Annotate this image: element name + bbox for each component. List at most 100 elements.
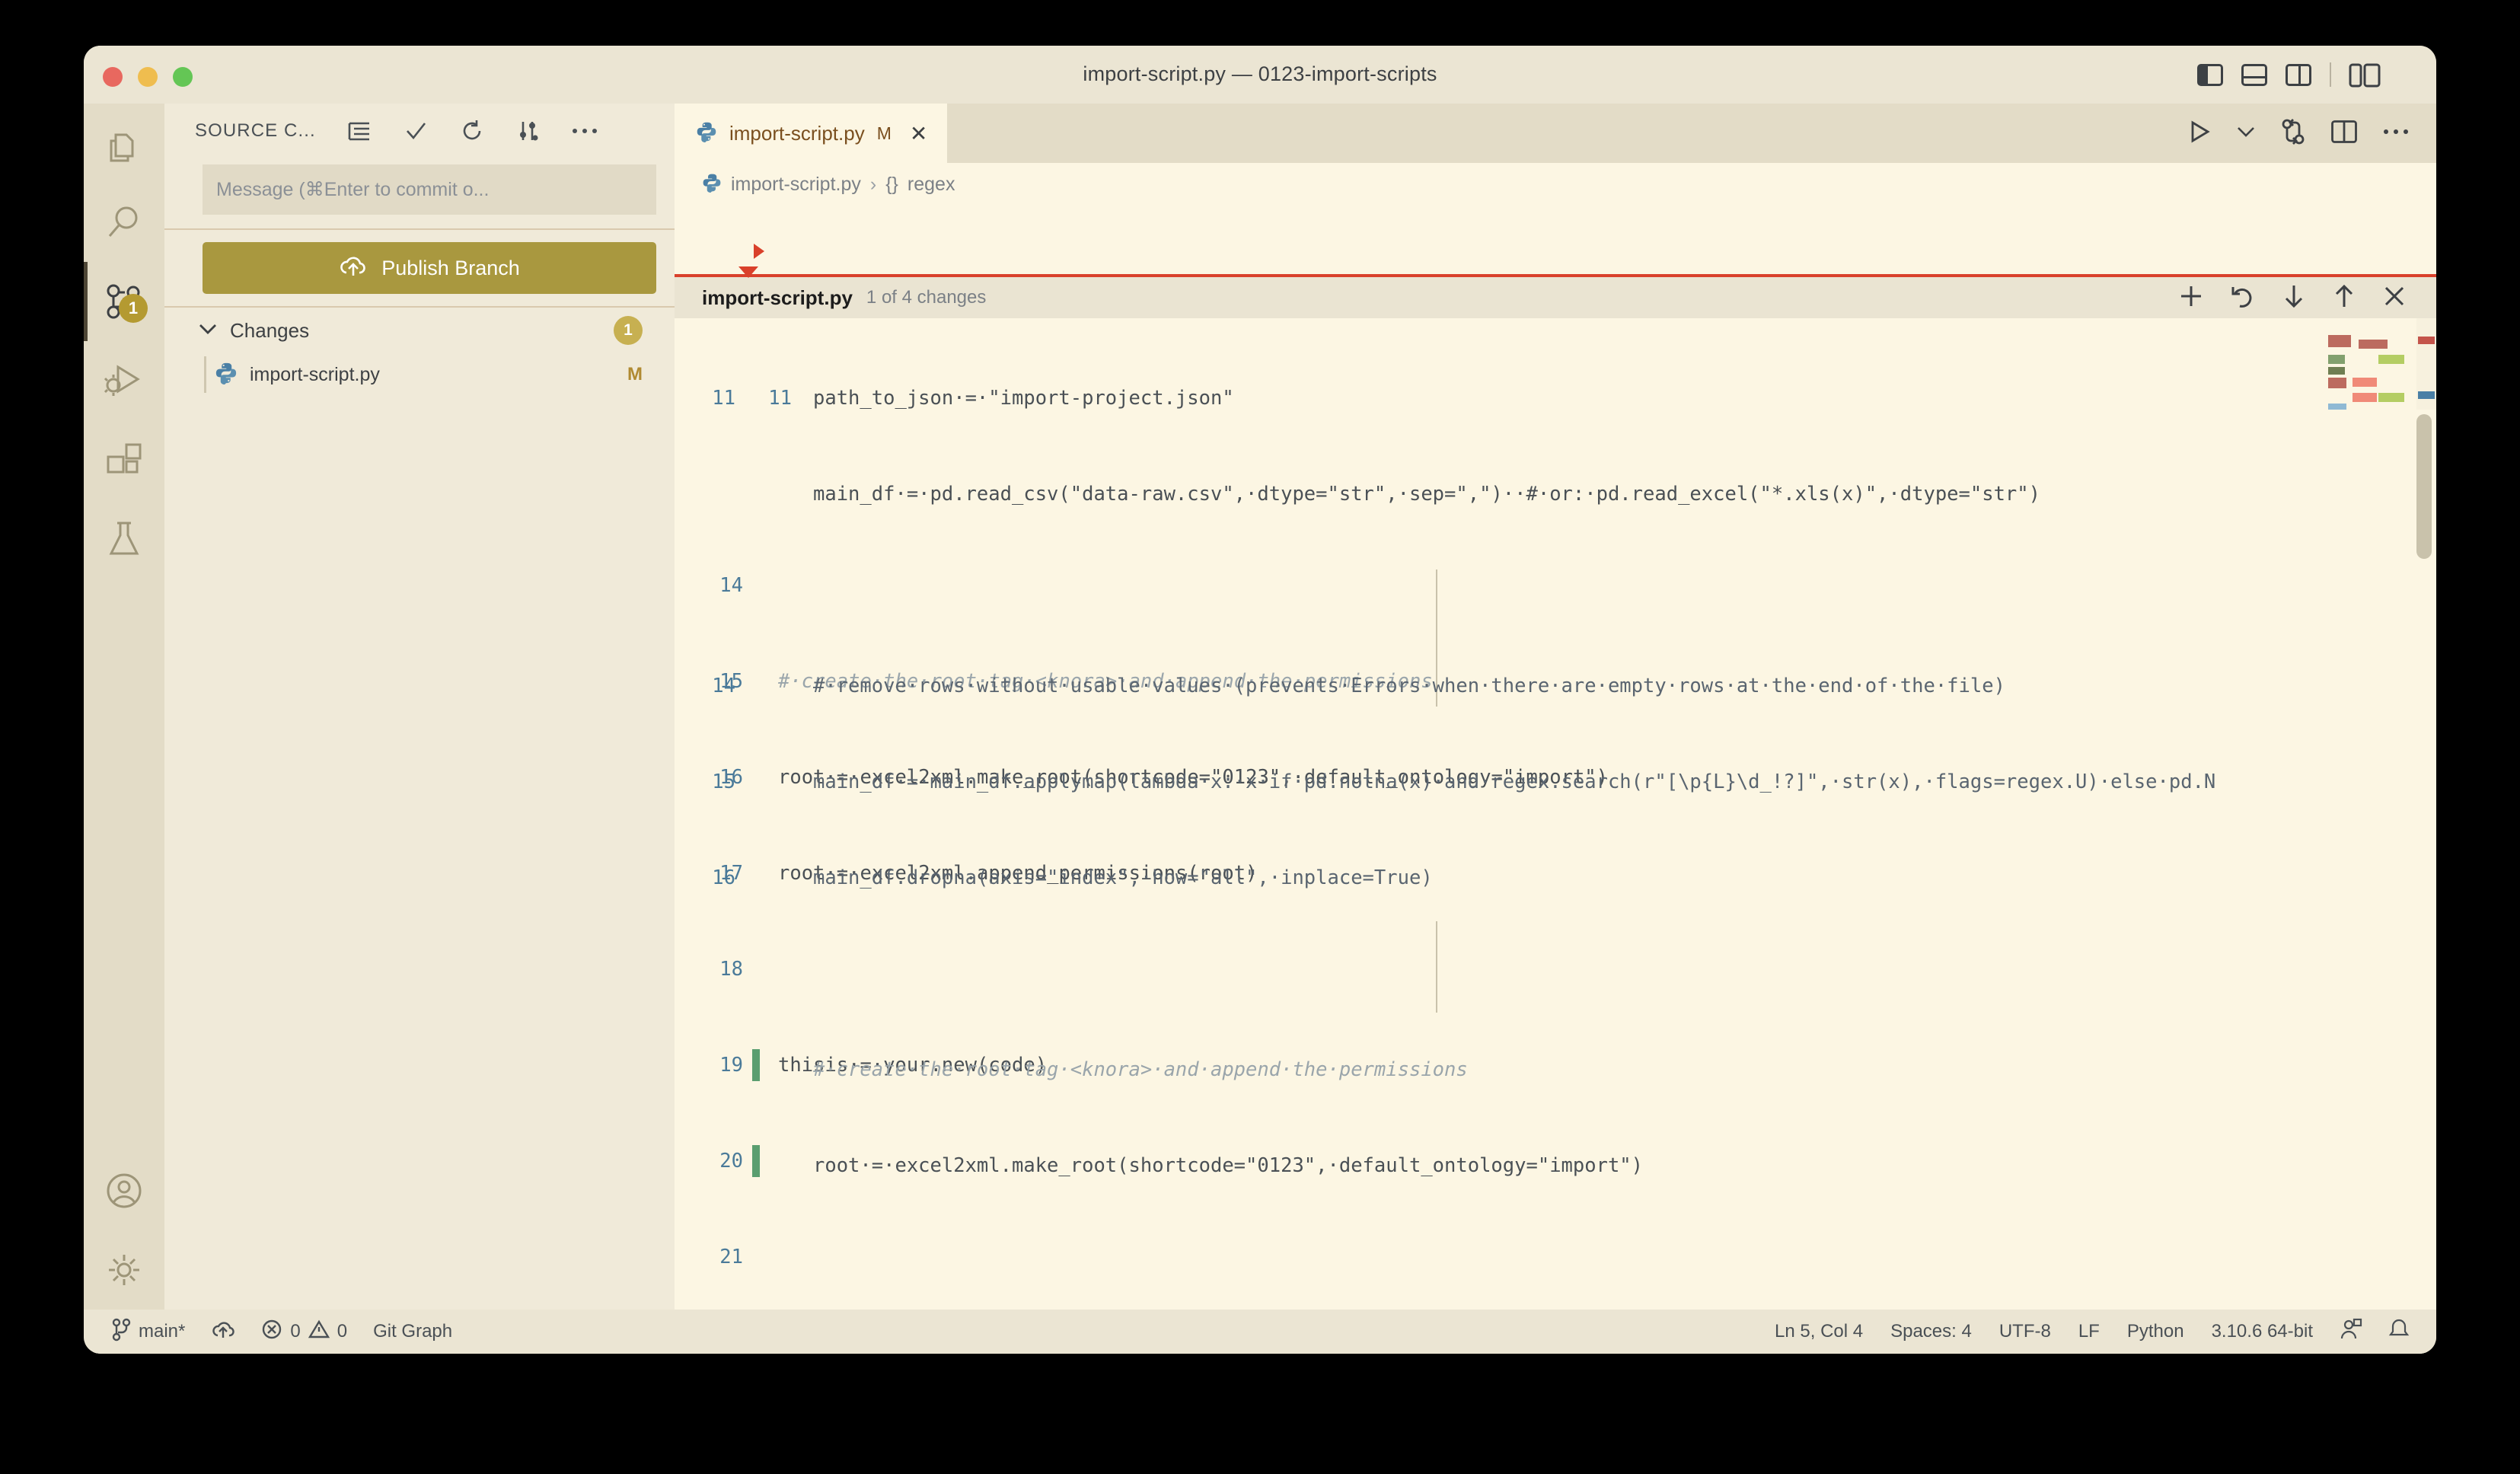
minimap-block xyxy=(2353,393,2377,402)
status-publish[interactable] xyxy=(211,1319,235,1345)
toggle-panel-icon[interactable] xyxy=(2241,64,2267,86)
chevron-down-icon xyxy=(198,321,218,340)
cloud-upload-icon xyxy=(339,254,368,282)
status-python-interpreter[interactable]: 3.10.6 64-bit xyxy=(2212,1321,2313,1342)
refresh-icon[interactable] xyxy=(459,118,485,144)
breadcrumb-item-file[interactable]: import-script.py xyxy=(731,174,861,196)
run-dropdown-chevron-icon[interactable] xyxy=(2237,126,2255,142)
change-gutter-added xyxy=(752,1049,760,1081)
view-as-tree-icon[interactable] xyxy=(346,118,372,144)
source-control-compare-icon[interactable] xyxy=(2281,119,2305,148)
account-icon xyxy=(106,1172,142,1209)
next-change-icon[interactable] xyxy=(2282,284,2305,312)
error-icon xyxy=(261,1319,282,1345)
status-problems[interactable]: 0 0 xyxy=(261,1319,347,1345)
error-count: 0 xyxy=(290,1321,300,1342)
changes-group-header[interactable]: Changes 1 xyxy=(164,308,675,353)
window-title: import-script.py — 0123-import-scripts xyxy=(84,62,2436,86)
diff-widget-actions xyxy=(2179,284,2406,312)
sidebar-item-accounts[interactable] xyxy=(84,1151,164,1230)
braces-icon: {} xyxy=(885,174,898,196)
code-line: 14 xyxy=(675,570,2436,601)
divider xyxy=(2330,62,2331,87)
change-gutter-added xyxy=(752,1145,760,1177)
file-name: import-script.py xyxy=(250,364,380,386)
diff-line-text: main_df·=·main_df.applymap(lambda·x:·x·i… xyxy=(813,766,2215,798)
list-item[interactable]: import-script.py M xyxy=(164,353,675,396)
diff-line-text: root·=·excel2xml.make_root(shortcode="01… xyxy=(813,1150,1643,1182)
sidebar-item-extensions[interactable] xyxy=(84,420,164,499)
code-line: 21 xyxy=(675,1241,2436,1273)
sidebar-item-explorer[interactable] xyxy=(84,104,164,183)
status-branch[interactable]: main* xyxy=(111,1318,185,1346)
python-icon xyxy=(702,173,722,196)
change-gutter xyxy=(752,665,760,697)
changes-group-label: Changes xyxy=(230,319,309,343)
toggle-primary-sidebar-icon[interactable] xyxy=(2197,64,2223,86)
activity-bar: 1 xyxy=(84,104,164,1310)
change-gutter xyxy=(752,761,760,793)
extensions-icon xyxy=(106,442,142,478)
sidebar-item-manage[interactable] xyxy=(84,1230,164,1310)
source-control-badge: 1 xyxy=(119,294,148,323)
split-editor-icon[interactable] xyxy=(2331,120,2357,147)
sidebar-item-testing[interactable] xyxy=(84,499,164,579)
warning-count: 0 xyxy=(337,1321,347,1342)
run-python-file-icon[interactable] xyxy=(2190,120,2211,147)
sidebar-item-search[interactable] xyxy=(84,183,164,262)
sidebar-item-source-control[interactable]: 1 xyxy=(84,262,164,341)
vscode-window: import-script.py — 0123-import-scripts xyxy=(84,46,2436,1354)
status-indentation[interactable]: Spaces: 4 xyxy=(1890,1321,1972,1342)
diff-change-count: 1 of 4 changes xyxy=(866,287,986,308)
minimap-block xyxy=(2328,367,2345,375)
customize-layout-icon[interactable] xyxy=(2349,64,2375,86)
diff-old-line-number: 16 xyxy=(675,862,735,894)
feedback-icon[interactable] xyxy=(2340,1319,2362,1345)
activity-bar-bottom xyxy=(84,1151,164,1310)
status-eol[interactable]: LF xyxy=(2078,1321,2100,1342)
diff-line-text: main_df·=·pd.read_csv("data-raw.csv",·dt… xyxy=(813,478,2040,510)
close-icon[interactable] xyxy=(2383,285,2406,311)
file-status-badge: M xyxy=(627,364,643,385)
revert-change-icon[interactable] xyxy=(2231,284,2255,312)
commit-message-input[interactable]: Message (⌘Enter to commit o... xyxy=(203,164,656,215)
breadcrumb-item-symbol[interactable]: regex xyxy=(908,174,955,196)
commit-check-icon[interactable] xyxy=(403,118,429,144)
panel-title: SOURCE C... xyxy=(195,120,316,142)
editor-vertical-scrollbar[interactable] xyxy=(2416,414,2432,559)
commit-message-placeholder: Message (⌘Enter to commit o... xyxy=(216,178,489,201)
more-actions-icon[interactable] xyxy=(2383,126,2409,140)
status-language-mode[interactable]: Python xyxy=(2127,1321,2184,1342)
toggle-secondary-sidebar-icon[interactable] xyxy=(2286,64,2311,86)
change-marker-icon xyxy=(754,244,764,259)
title-bar: import-script.py — 0123-import-scripts xyxy=(84,46,2436,104)
status-bar-right: Ln 5, Col 4 Spaces: 4 UTF-8 LF Python 3.… xyxy=(1775,1319,2409,1345)
diff-old-line-number: 15 xyxy=(675,766,735,798)
breadcrumb: import-script.py › {} regex xyxy=(675,163,2436,206)
sidebar-item-run-and-debug[interactable] xyxy=(84,341,164,420)
status-git-graph-label: Git Graph xyxy=(373,1321,452,1342)
code-line: 18 xyxy=(675,953,2436,985)
tab-import-script-py[interactable]: import-script.py M ✕ xyxy=(675,104,947,163)
status-git-graph[interactable]: Git Graph xyxy=(373,1321,452,1342)
change-gutter xyxy=(752,953,760,985)
bell-icon[interactable] xyxy=(2389,1319,2409,1345)
source-control-icon xyxy=(111,1318,131,1346)
status-cursor-position[interactable]: Ln 5, Col 4 xyxy=(1775,1321,1863,1342)
publish-branch-button[interactable]: Publish Branch xyxy=(203,242,656,294)
more-actions-icon[interactable] xyxy=(572,118,598,144)
status-bar-left: main* 0 0 Git Graph xyxy=(84,1318,452,1346)
stage-change-icon[interactable] xyxy=(2179,284,2203,312)
status-bar: main* 0 0 Git Graph Ln 5 xyxy=(84,1310,2436,1354)
line-number: 19 xyxy=(675,1049,743,1081)
more-views-icon[interactable] xyxy=(515,118,541,144)
change-gutter xyxy=(752,857,760,889)
close-icon[interactable]: ✕ xyxy=(910,121,927,146)
diff-line-text: #·create·the·root·tag·<knora>·and·append… xyxy=(813,1054,1468,1086)
python-icon xyxy=(215,362,238,388)
status-encoding[interactable]: UTF-8 xyxy=(1999,1321,2051,1342)
gear-icon xyxy=(106,1252,142,1288)
previous-change-icon[interactable] xyxy=(2333,284,2356,312)
minimap-block xyxy=(2359,340,2388,349)
line-number: 20 xyxy=(675,1145,743,1177)
